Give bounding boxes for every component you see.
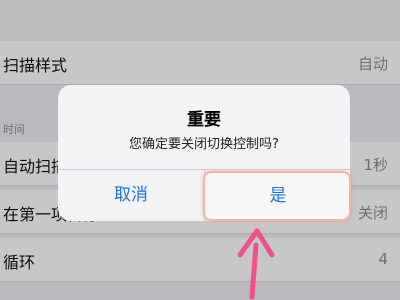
alert-message: 您确定要关闭切换控制吗? xyxy=(129,137,279,152)
alert-title: 重要 xyxy=(187,110,221,130)
confirm-button[interactable]: 是 xyxy=(205,171,351,221)
pointer-arrow-icon xyxy=(237,228,275,300)
arrow-shaft xyxy=(249,242,259,300)
cancel-button[interactable]: 取消 xyxy=(58,170,204,221)
